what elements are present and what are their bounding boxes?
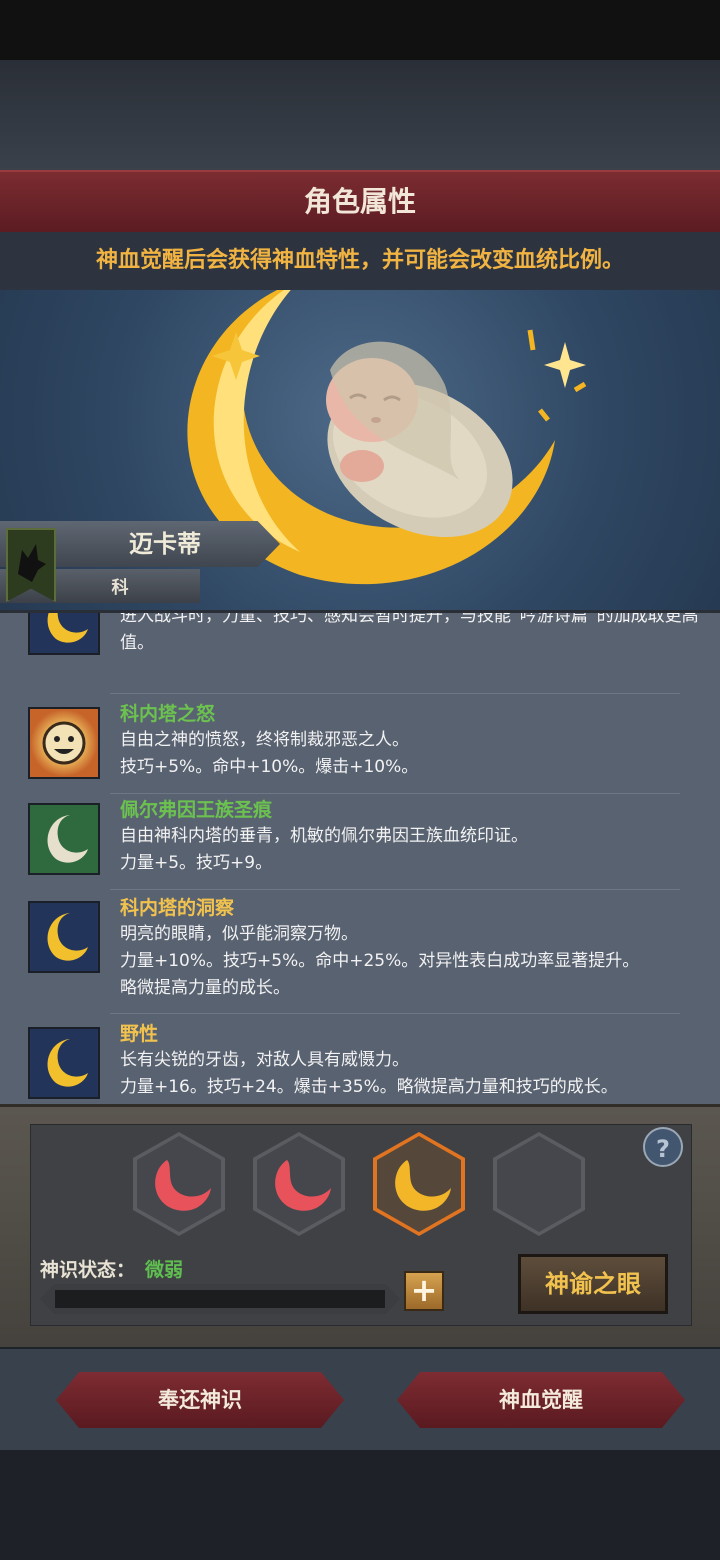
divine-sense-status-label: 神识状态：: [40, 1259, 136, 1281]
blood-traits-list[interactable]: 进入战斗时，力量、技巧、感知会暂时提升，与技能“吟游诗篇”的加成取更高值。 科内…: [0, 610, 720, 1107]
trait-item[interactable]: 进入战斗时，力量、技巧、感知会暂时提升，与技能“吟游诗篇”的加成取更高值。: [28, 610, 708, 663]
return-divine-sense-label[interactable]: 奉还神识: [56, 1372, 344, 1428]
awakening-hint: 神血觉醒后会获得神血特性，并可能会改变血统比例。: [0, 232, 720, 290]
help-button[interactable]: ?: [643, 1127, 683, 1167]
bottom-background: [0, 1450, 720, 1560]
divine-sense-status-value: 微弱: [145, 1259, 184, 1281]
sun-face-icon: [28, 707, 100, 779]
add-divine-sense-button[interactable]: +: [404, 1271, 444, 1311]
divider: [110, 889, 680, 890]
page-title: 角色属性: [303, 185, 416, 218]
oracle-eye-button[interactable]: 神谕之眼: [518, 1254, 668, 1314]
trait-description: 自由之神的愤怒，终将制裁邪恶之人。 技巧+5%。命中+10%。爆击+10%。: [120, 730, 419, 777]
trait-item[interactable]: 科内塔的洞察 明亮的眼睛，似乎能洞察万物。 力量+10%。技巧+5%。命中+25…: [28, 897, 708, 1021]
title-banner: 角色属性: [0, 170, 720, 234]
trait-name: 科内塔之怒: [120, 703, 216, 725]
trait-name: 佩尔弗因王族圣痕: [120, 799, 273, 821]
red-crescent-icon: [155, 1160, 211, 1211]
trait-item[interactable]: 科内塔之怒 自由之神的愤怒，终将制裁邪恶之人。 技巧+5%。命中+10%。爆击+…: [28, 703, 708, 797]
trait-name: 科内塔的洞察: [120, 897, 235, 919]
gold-crescent-icon: [395, 1160, 451, 1211]
moon-icon: [28, 1027, 100, 1099]
moon-icon: [28, 613, 100, 655]
divider: [110, 693, 680, 694]
character-subname: 科: [111, 578, 129, 598]
divine-sense-progress-track: [55, 1290, 385, 1308]
blood-awaken-label[interactable]: 神血觉醒: [397, 1372, 685, 1428]
trait-description: 自由神科内塔的垂青，机敏的佩尔弗因王族血统印证。 力量+5。技巧+9。: [120, 826, 528, 873]
trait-description: 进入战斗时，力量、技巧、感知会暂时提升，与技能“吟游诗篇”的加成取更高值。: [120, 610, 699, 653]
trait-item[interactable]: 佩尔弗因王族圣痕 自由神科内塔的垂青，机敏的佩尔弗因王族血统印证。 力量+5。技…: [28, 799, 708, 893]
divider: [110, 1013, 680, 1014]
trait-description: 长有尖锐的牙齿，对敌人具有威慑力。 力量+16。技巧+24。爆击+35%。略微提…: [120, 1050, 618, 1097]
red-crescent-icon: [275, 1160, 331, 1211]
status-bar: [0, 0, 720, 60]
trait-name: 野性: [120, 1023, 159, 1045]
trait-item[interactable]: 野性 长有尖锐的牙齿，对敌人具有威慑力。 力量+16。技巧+24。爆击+35%。…: [28, 1023, 708, 1107]
divider: [110, 793, 680, 794]
top-background: [0, 60, 720, 170]
character-attributes-screen: 角色属性 神血觉醒后会获得神血特性，并可能会改变血统比例。 迈卡蒂 科 进入战斗…: [0, 0, 720, 1560]
moon-icon: [28, 901, 100, 973]
character-name: 迈卡蒂: [129, 530, 201, 558]
white-moon-icon: [28, 803, 100, 875]
trait-description: 明亮的眼睛，似乎能洞察万物。 力量+10%。技巧+5%。命中+25%。对异性表白…: [120, 924, 640, 998]
